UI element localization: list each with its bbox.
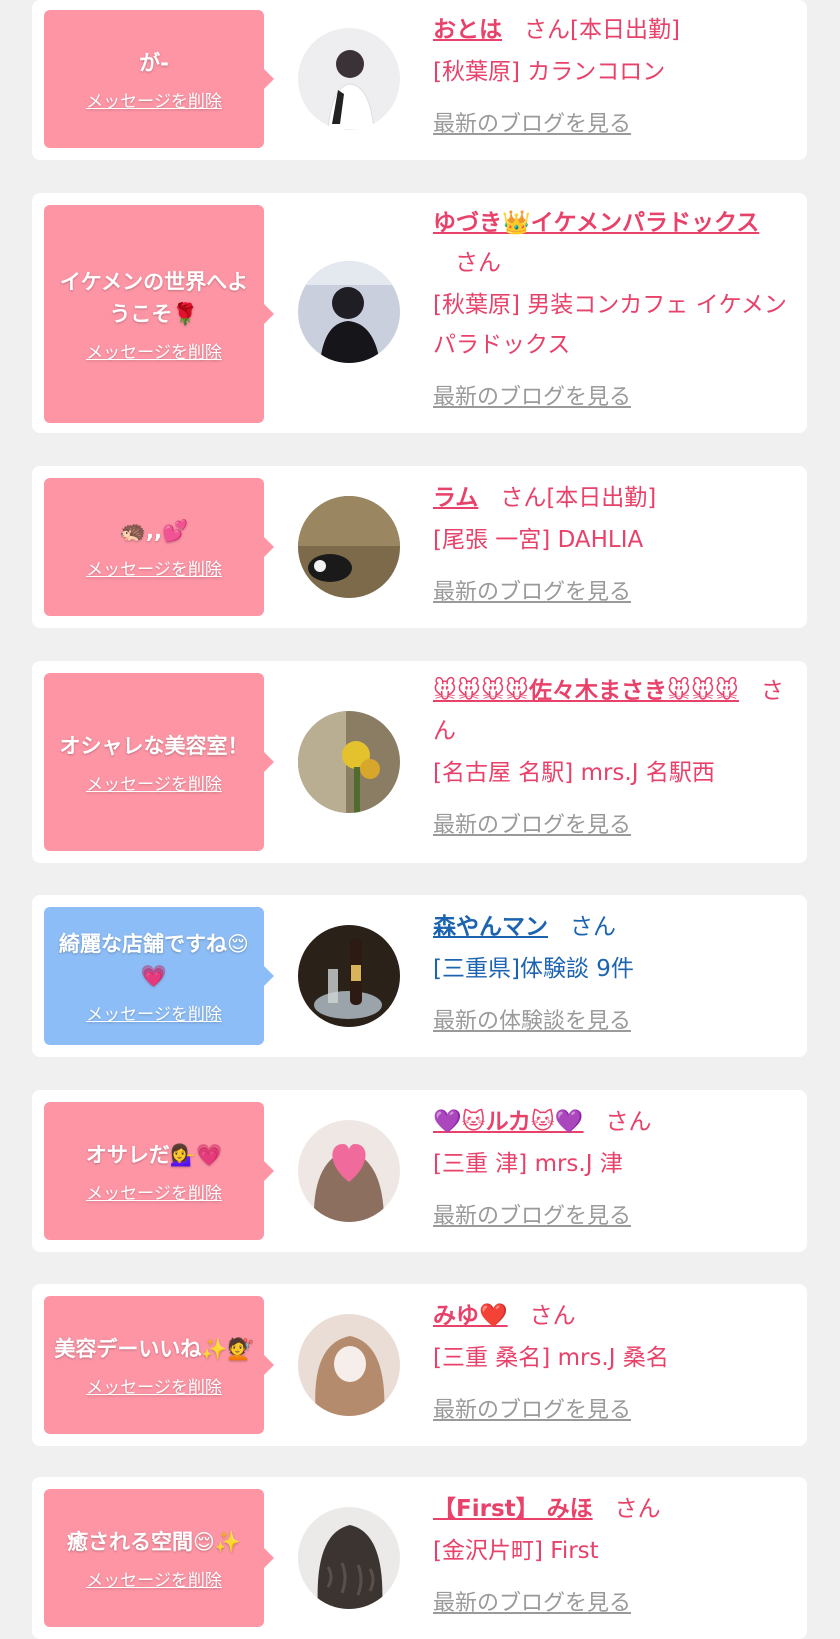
message-bubble: 癒される空間😌✨ メッセージを削除 — [44, 1489, 274, 1627]
latest-blog-link[interactable]: 最新のブログを見る — [433, 574, 631, 606]
item-info: 🐭🐭🐭🐭佐々木まさき🐭🐭🐭 さん [名古屋 名駅] mrs.J 名駅西 最新のブロ… — [433, 671, 789, 839]
item-info: ゆづき👑イケメンパラドックスさん [秋葉原] 男装コンカフェ イケメンパラドック… — [433, 203, 789, 411]
status-text: [本日出勤] — [546, 485, 657, 511]
avatar[interactable] — [298, 28, 400, 130]
name-link[interactable]: おとは — [433, 17, 502, 43]
name-link[interactable]: ラム — [433, 485, 478, 511]
list-item: オサレだ💁‍♀️💗 メッセージを削除 💜🐱ルカ🐱💜 さん [三重 津] mrs.J… — [32, 1090, 807, 1252]
message-bubble: イケメンの世界へようこそ🌹 メッセージを削除 — [44, 205, 274, 423]
delete-message-link[interactable]: メッセージを削除 — [86, 87, 222, 112]
message-list: が- メッセージを削除 おとは さん[本日出勤] [秋葉原] カランコロン 最新の… — [0, 0, 840, 1639]
shop-text: [三重県]体験談 9件 — [433, 956, 634, 982]
message-text: 🦔,,💕 — [119, 518, 189, 543]
message-bubble: オシャレな美容室！ メッセージを削除 — [44, 673, 274, 851]
honorific: さん — [529, 1303, 576, 1329]
delete-message-link[interactable]: メッセージを削除 — [86, 1373, 222, 1398]
honorific: さん — [455, 250, 501, 276]
name-link[interactable]: 【First】 みほ — [433, 1496, 593, 1522]
message-text: 癒される空間😌✨ — [66, 1529, 242, 1554]
honorific: さん — [570, 914, 616, 940]
delete-message-link[interactable]: メッセージを削除 — [86, 1000, 222, 1025]
avatar[interactable] — [298, 1507, 400, 1609]
delete-message-link[interactable]: メッセージを削除 — [86, 1566, 222, 1591]
message-text: イケメンの世界へようこそ🌹 — [59, 269, 249, 326]
list-item: が- メッセージを削除 おとは さん[本日出勤] [秋葉原] カランコロン 最新の… — [32, 0, 807, 160]
delete-message-link[interactable]: メッセージを削除 — [86, 770, 222, 795]
list-item: 🦔,,💕 メッセージを削除 ラム さん[本日出勤] [尾張 一宮] DAHLIA … — [32, 466, 807, 628]
avatar[interactable] — [298, 1314, 400, 1416]
delete-message-link[interactable]: メッセージを削除 — [86, 1179, 222, 1204]
item-info: おとは さん[本日出勤] [秋葉原] カランコロン 最新のブログを見る — [433, 10, 789, 138]
list-item: オシャレな美容室！ メッセージを削除 🐭🐭🐭🐭佐々木まさき🐭🐭🐭 さん [名古屋 … — [32, 661, 807, 863]
avatar[interactable] — [298, 496, 400, 598]
message-text: オシャレな美容室！ — [59, 733, 249, 758]
message-text: オサレだ💁‍♀️💗 — [85, 1142, 223, 1167]
latest-review-link[interactable]: 最新の体験談を見る — [433, 1003, 631, 1035]
shop-text: [尾張 一宮] DAHLIA — [433, 527, 644, 553]
message-text: 美容デーいいね✨💇 — [54, 1336, 254, 1361]
list-item: 綺麗な店舗ですね😌💗 メッセージを削除 森やんマン さん [三重県]体験談 9件 … — [32, 895, 807, 1057]
message-bubble: が- メッセージを削除 — [44, 10, 274, 148]
delete-message-link[interactable]: メッセージを削除 — [86, 555, 222, 580]
honorific: さん — [605, 1109, 652, 1135]
item-info: 💜🐱ルカ🐱💜 さん [三重 津] mrs.J 津 最新のブログを見る — [433, 1102, 789, 1230]
avatar[interactable] — [298, 261, 400, 363]
name-link[interactable]: 森やんマン — [433, 914, 548, 940]
message-bubble: 美容デーいいね✨💇 メッセージを削除 — [44, 1296, 274, 1434]
shop-text: [名古屋 名駅] mrs.J 名駅西 — [433, 760, 715, 786]
name-link[interactable]: ゆづき👑イケメンパラドックス — [433, 210, 759, 236]
message-bubble: 綺麗な店舗ですね😌💗 メッセージを削除 — [44, 907, 274, 1045]
item-info: 【First】 みほ さん [金沢片町] First 最新のブログを見る — [433, 1489, 789, 1617]
latest-blog-link[interactable]: 最新のブログを見る — [433, 1198, 631, 1230]
latest-blog-link[interactable]: 最新のブログを見る — [433, 379, 631, 411]
latest-blog-link[interactable]: 最新のブログを見る — [433, 106, 631, 138]
item-info: みゆ❤️ さん [三重 桑名] mrs.J 桑名 最新のブログを見る — [433, 1296, 789, 1424]
avatar[interactable] — [298, 711, 400, 813]
status-text: [本日出勤] — [570, 17, 680, 43]
message-bubble: オサレだ💁‍♀️💗 メッセージを削除 — [44, 1102, 274, 1240]
item-info: ラム さん[本日出勤] [尾張 一宮] DAHLIA 最新のブログを見る — [433, 478, 789, 606]
name-link[interactable]: みゆ❤️ — [433, 1303, 508, 1329]
message-bubble: 🦔,,💕 メッセージを削除 — [44, 478, 274, 616]
message-text: が- — [139, 50, 169, 75]
message-text: 綺麗な店舗ですね😌💗 — [59, 931, 249, 988]
shop-text: [金沢片町] First — [433, 1538, 599, 1564]
shop-text: [秋葉原] 男装コンカフェ イケメンパラドックス — [433, 292, 787, 358]
honorific: さん — [500, 485, 547, 511]
latest-blog-link[interactable]: 最新のブログを見る — [433, 1392, 631, 1424]
latest-blog-link[interactable]: 最新のブログを見る — [433, 1585, 631, 1617]
avatar[interactable] — [298, 925, 400, 1027]
list-item: 美容デーいいね✨💇 メッセージを削除 みゆ❤️ さん [三重 桑名] mrs.J … — [32, 1284, 807, 1446]
item-info: 森やんマン さん [三重県]体験談 9件 最新の体験談を見る — [433, 907, 789, 1035]
name-link[interactable]: 💜🐱ルカ🐱💜 — [433, 1109, 584, 1135]
list-item: 癒される空間😌✨ メッセージを削除 【First】 みほ さん [金沢片町] Fi… — [32, 1477, 807, 1639]
list-item: イケメンの世界へようこそ🌹 メッセージを削除 ゆづき👑イケメンパラドックスさん … — [32, 193, 807, 433]
name-link[interactable]: 🐭🐭🐭🐭佐々木まさき🐭🐭🐭 — [433, 678, 739, 704]
latest-blog-link[interactable]: 最新のブログを見る — [433, 807, 631, 839]
avatar[interactable] — [298, 1120, 400, 1222]
delete-message-link[interactable]: メッセージを削除 — [86, 338, 222, 363]
shop-text: [三重 津] mrs.J 津 — [433, 1151, 623, 1177]
honorific: さん — [614, 1496, 661, 1522]
honorific: さん — [524, 17, 570, 43]
shop-text: [秋葉原] カランコロン — [433, 59, 666, 85]
shop-text: [三重 桑名] mrs.J 桑名 — [433, 1345, 669, 1371]
